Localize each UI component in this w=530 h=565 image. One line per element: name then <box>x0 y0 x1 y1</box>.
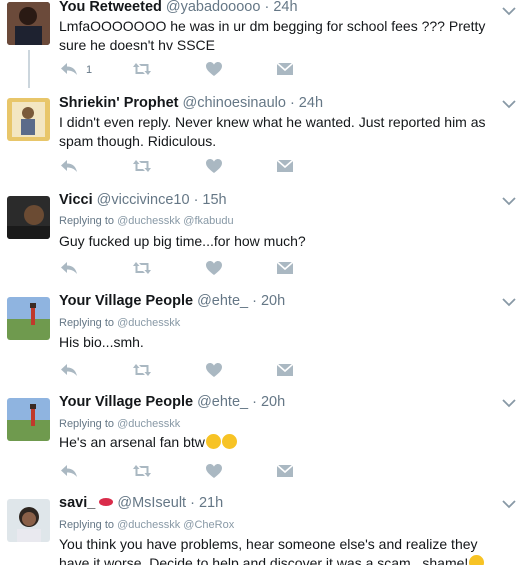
tweet-text: LmfaOOOOOOO he was in ur dm begging for … <box>59 18 486 53</box>
thread-line <box>28 50 30 88</box>
avatar-photo-icon <box>7 196 50 239</box>
avatar[interactable] <box>7 499 50 542</box>
heart-icon[interactable] <box>205 158 223 174</box>
handle[interactable]: @ehte_ <box>197 394 248 410</box>
action-bar <box>60 362 300 378</box>
lips-emoji-icon <box>99 498 114 506</box>
handle[interactable]: @ehte_ <box>197 293 248 309</box>
avatar-photo-icon <box>7 398 50 441</box>
avatar-photo-icon <box>7 297 50 340</box>
reply-count: 1 <box>86 64 93 76</box>
tweet-header: Vicci @viccivince10 · 15h <box>59 192 227 208</box>
avatar[interactable] <box>7 2 50 45</box>
handle[interactable]: @viccivince10 <box>97 192 190 208</box>
avatar[interactable] <box>7 196 50 239</box>
avatar-photo-icon <box>7 2 50 45</box>
envelope-icon[interactable] <box>276 362 294 378</box>
replying-to-handles[interactable]: @duchesskk <box>117 317 180 329</box>
tweet-text: His bio...smh. <box>59 334 144 350</box>
tweet-3[interactable]: Vicci @viccivince10 · 15h Replying to @d… <box>0 185 530 287</box>
heart-icon[interactable] <box>205 463 223 479</box>
tweet-5[interactable]: Your Village People @ehte_ · 20h Replyin… <box>0 387 530 489</box>
display-name[interactable]: Shriekin' Prophet <box>59 95 178 111</box>
avatar-photo-icon <box>7 499 50 542</box>
timestamp[interactable]: · 20h <box>252 394 285 410</box>
timestamp[interactable]: · 20h <box>252 293 285 309</box>
replying-label: Replying to <box>59 418 115 430</box>
replying-label: Replying to <box>59 215 115 227</box>
action-bar <box>60 260 300 276</box>
retweet-icon[interactable] <box>133 463 151 479</box>
handle[interactable]: @chinoesinaulo <box>183 95 286 111</box>
tweet-6[interactable]: savi_ @MsIseult · 21h Replying to @duche… <box>0 488 530 565</box>
replying-to-handles[interactable]: @duchesskk @CheRox <box>117 519 234 531</box>
timestamp[interactable]: · 24h <box>264 0 297 15</box>
chevron-down-icon[interactable] <box>502 99 516 109</box>
tweet-text: He's an arsenal fan btw <box>59 434 205 450</box>
tweet-header: Your Village People @ehte_ · 20h <box>59 293 285 309</box>
action-bar <box>60 158 300 174</box>
heart-icon[interactable] <box>205 362 223 378</box>
tweet-header: You Retweeted @yabadooooo · 24h <box>59 0 298 15</box>
display-name[interactable]: Your Village People <box>59 293 193 309</box>
retweet-icon[interactable] <box>133 260 151 276</box>
tweet-text: I didn't even reply. Never knew what he … <box>59 114 486 149</box>
replying-label: Replying to <box>59 317 115 329</box>
chevron-down-icon[interactable] <box>502 6 516 16</box>
tweet-text: You think you have problems, hear someon… <box>59 536 478 565</box>
tweet-1[interactable]: You Retweeted @yabadooooo · 24h LmfaOOOO… <box>0 0 530 89</box>
timestamp[interactable]: · 15h <box>194 192 227 208</box>
retweet-icon[interactable] <box>133 158 151 174</box>
replying-to: Replying to @duchesskk @fkabudu <box>59 215 234 227</box>
reply-icon[interactable] <box>60 260 78 276</box>
reply-icon[interactable] <box>60 61 78 77</box>
envelope-icon[interactable] <box>276 260 294 276</box>
envelope-icon[interactable] <box>276 158 294 174</box>
chevron-down-icon[interactable] <box>502 398 516 408</box>
reply-icon[interactable] <box>60 158 78 174</box>
tweet-header: Shriekin' Prophet @chinoesinaulo · 24h <box>59 95 323 111</box>
reply-icon[interactable] <box>60 362 78 378</box>
retweet-icon[interactable] <box>133 61 151 77</box>
tweet-text: Guy fucked up big time...for how much? <box>59 233 306 249</box>
retweet-icon[interactable] <box>133 362 151 378</box>
timestamp[interactable]: · 21h <box>190 495 223 511</box>
unamused-face-emoji-icon <box>469 555 485 565</box>
replying-to-handles[interactable]: @duchesskk <box>117 418 180 430</box>
chevron-down-icon[interactable] <box>502 499 516 509</box>
display-name[interactable]: Vicci <box>59 192 93 208</box>
handle[interactable]: @yabadooooo <box>166 0 261 15</box>
replying-to: Replying to @duchesskk <box>59 317 180 329</box>
replying-to: Replying to @duchesskk @CheRox <box>59 519 234 531</box>
replying-label: Replying to <box>59 519 115 531</box>
display-name[interactable]: savi_ <box>59 495 95 511</box>
retweet-label[interactable]: You Retweeted <box>59 0 162 15</box>
replying-to-handles[interactable]: @duchesskk @fkabudu <box>117 215 234 227</box>
envelope-icon[interactable] <box>276 61 294 77</box>
chevron-down-icon[interactable] <box>502 297 516 307</box>
action-bar: 1 <box>60 61 300 77</box>
heart-icon[interactable] <box>205 61 223 77</box>
crying-face-emoji-icon <box>221 434 237 449</box>
tweet-2[interactable]: Shriekin' Prophet @chinoesinaulo · 24h I… <box>0 88 530 186</box>
display-name[interactable]: Your Village People <box>59 394 193 410</box>
envelope-icon[interactable] <box>276 463 294 479</box>
timestamp[interactable]: · 24h <box>290 95 323 111</box>
handle[interactable]: @MsIseult <box>117 495 186 511</box>
reply-icon[interactable] <box>60 463 78 479</box>
tweet-header: Your Village People @ehte_ · 20h <box>59 394 285 410</box>
avatar[interactable] <box>7 297 50 340</box>
tweet-4[interactable]: Your Village People @ehte_ · 20h Replyin… <box>0 286 530 388</box>
tweet-text-row: He's an arsenal fan btw <box>59 433 499 452</box>
chevron-down-icon[interactable] <box>502 196 516 206</box>
tweet-header: savi_ @MsIseult · 21h <box>59 495 223 511</box>
avatar-photo-icon <box>7 98 50 141</box>
avatar[interactable] <box>7 398 50 441</box>
action-bar <box>60 463 300 479</box>
tweet-text-row: You think you have problems, hear someon… <box>59 535 499 565</box>
avatar[interactable] <box>7 98 50 141</box>
replying-to: Replying to @duchesskk <box>59 418 180 430</box>
tears-of-joy-emoji-icon <box>205 434 221 449</box>
heart-icon[interactable] <box>205 260 223 276</box>
